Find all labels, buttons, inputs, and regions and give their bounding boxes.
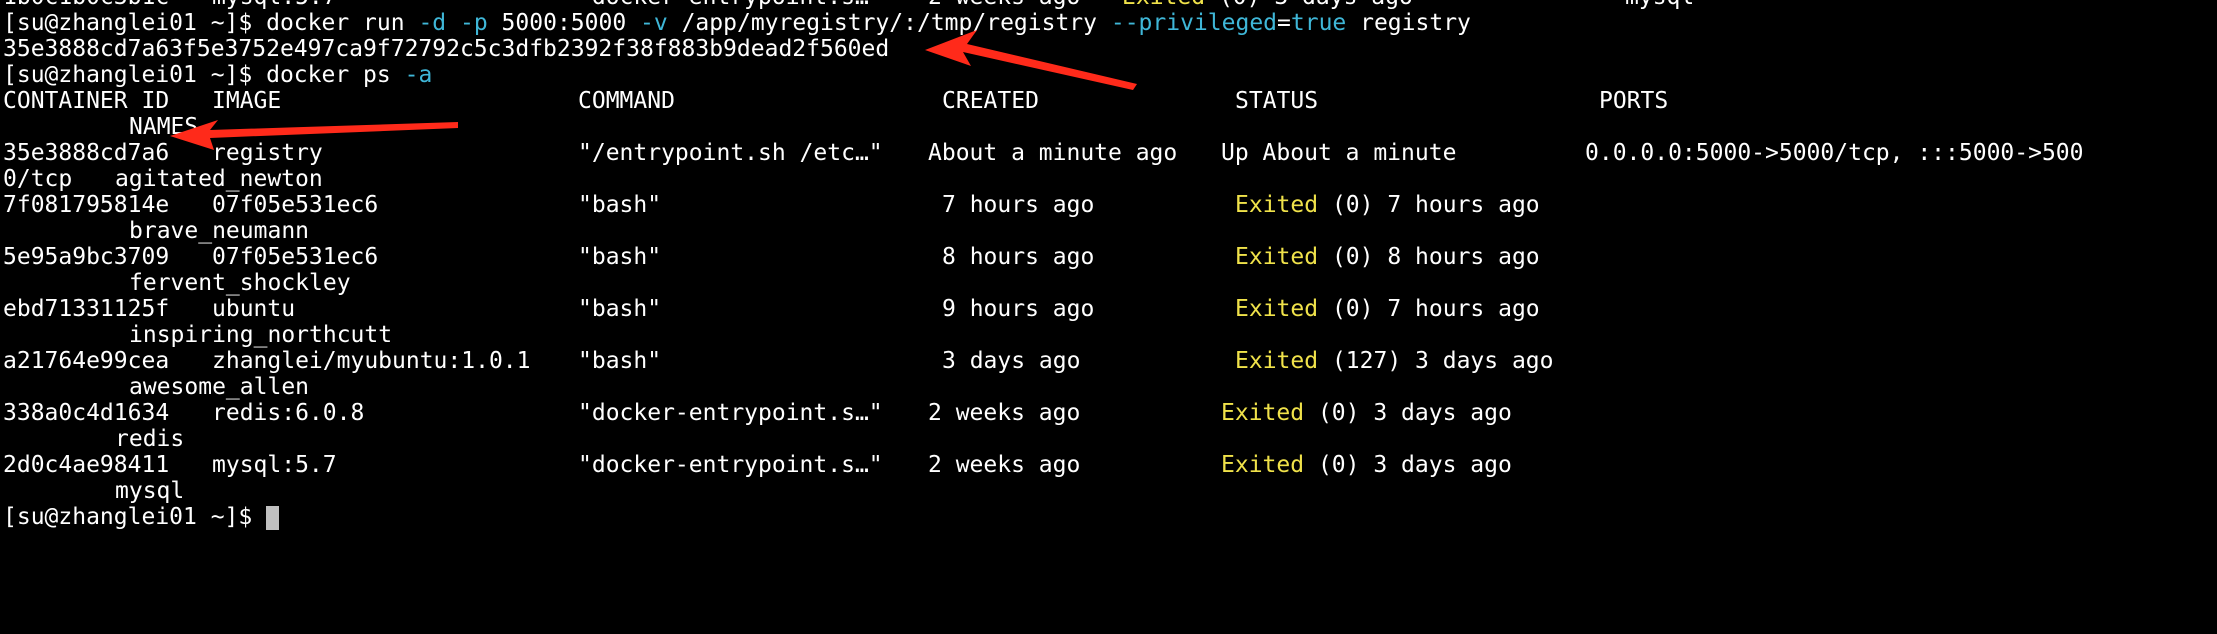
- command-flag: -v: [640, 10, 668, 36]
- cell-status: Exited (0) 7 hours ago: [1235, 296, 1540, 322]
- command-text: docker ps -a: [266, 62, 432, 88]
- table-row: 338a0c4d1634 redis:6.0.8 "docker-entrypo…: [0, 400, 2217, 426]
- table-row-wrap: redis: [0, 426, 2217, 452]
- cell-command: "bash": [578, 192, 662, 218]
- header-container-id: CONTAINER ID: [3, 88, 170, 114]
- cell-status: Exited (127) 3 days ago: [1235, 348, 1554, 374]
- cell-status: Exited (0) 3 days ago: [1221, 452, 1512, 478]
- cell-name: fervent_shockley: [129, 270, 351, 296]
- cell-created: 7 hours ago: [942, 192, 1095, 218]
- cell-command: "docker-entrypoint.s…": [578, 0, 883, 10]
- arrow-icon: [170, 120, 458, 150]
- cell-created: 2 weeks ago: [928, 0, 1080, 10]
- header-ports: PORTS: [1599, 88, 1669, 114]
- table-row-wrap: inspiring_northcutt: [0, 322, 2217, 348]
- header-image: IMAGE: [212, 88, 282, 114]
- table-row-wrap: fervent_shockley: [0, 270, 2217, 296]
- cell-name: mysql: [115, 478, 185, 504]
- command-token: registry: [1346, 10, 1471, 36]
- header-command: COMMAND: [578, 88, 675, 114]
- cell-image: ubuntu: [212, 296, 296, 322]
- cell-container-id: 7f081795814e: [3, 192, 170, 218]
- cell-ports: 0.0.0.0:5000->5000/tcp, :::5000->500: [1585, 140, 2084, 166]
- cell-name: agitated_newton: [115, 166, 323, 192]
- shell-prompt: [su@zhanglei01 ~]$: [3, 504, 267, 530]
- cell-name: awesome_allen: [129, 374, 310, 400]
- command-flag: -d: [418, 10, 447, 36]
- cell-container-id: a21764e99cea: [3, 348, 170, 374]
- cell-container-id: ebd71331125f: [3, 296, 170, 322]
- cell-container-id: 1b0c1b0c3b1c: [3, 0, 169, 10]
- cell-command: "docker-entrypoint.s…": [578, 400, 883, 426]
- table-row: 7f081795814e 07f05e531ec6 "bash" 7 hours…: [0, 192, 2217, 218]
- cell-command: "bash": [578, 244, 662, 270]
- cell-image: mysql:5.7: [212, 452, 337, 478]
- command-token: =: [1277, 10, 1291, 36]
- cell-container-id: 2d0c4ae98411: [3, 452, 170, 478]
- cell-command: "/entrypoint.sh /etc…": [578, 140, 883, 166]
- command-token: docker run: [266, 10, 419, 36]
- cell-created: 2 weeks ago: [928, 400, 1081, 426]
- final-prompt-line[interactable]: [su@zhanglei01 ~]$: [0, 504, 2217, 530]
- cell-name: mysql: [1625, 0, 1694, 10]
- cell-command: "bash": [578, 348, 662, 374]
- table-row: ebd71331125f ubuntu "bash" 9 hours ago E…: [0, 296, 2217, 322]
- cell-container-id: 5e95a9bc3709: [3, 244, 170, 270]
- header-status: STATUS: [1235, 88, 1319, 114]
- command-token: docker ps: [266, 62, 405, 88]
- cell-image: 07f05e531ec6: [212, 192, 379, 218]
- cell-status: Exited (0) 3 days ago: [1221, 400, 1512, 426]
- cell-created: About a minute ago: [928, 140, 1178, 166]
- table-row-wrap: brave_neumann: [0, 218, 2217, 244]
- table-row-wrap: awesome_allen: [0, 374, 2217, 400]
- cell-status: Exited (0) 7 hours ago: [1235, 192, 1540, 218]
- cell-created: 3 days ago: [942, 348, 1081, 374]
- arrow-icon: [925, 30, 1137, 90]
- cell-created: 9 hours ago: [942, 296, 1095, 322]
- cell-command: "docker-entrypoint.s…": [578, 452, 883, 478]
- cell-created: 8 hours ago: [942, 244, 1095, 270]
- command-text: docker run -d -p 5000:5000 -v /app/myreg…: [266, 10, 1471, 36]
- table-row: a21764e99cea zhanglei/myubuntu:1.0.1 "ba…: [0, 348, 2217, 374]
- cell-command: "bash": [578, 296, 662, 322]
- table-row: 5e95a9bc3709 07f05e531ec6 "bash" 8 hours…: [0, 244, 2217, 270]
- cell-container-id: 338a0c4d1634: [3, 400, 170, 426]
- text-cursor[interactable]: [266, 505, 280, 530]
- table-row-wrap: mysql: [0, 478, 2217, 504]
- command-flag: -a: [404, 62, 433, 88]
- table-row-wrap: 0/tcp agitated_newton: [0, 166, 2217, 192]
- cell-created: 2 weeks ago: [928, 452, 1081, 478]
- cell-container-id: 35e3888cd7a6: [3, 140, 170, 166]
- cell-name: redis: [115, 426, 185, 452]
- command-token: 5000:5000: [487, 10, 641, 36]
- cell-image: mysql:5.7: [212, 0, 337, 10]
- cell-image: 07f05e531ec6: [212, 244, 379, 270]
- partial-previous-row: 1b0c1b0c3b1c mysql:5.7 "docker-entrypoin…: [0, 0, 2217, 10]
- cell-status: Exited (0) 8 hours ago: [1235, 244, 1540, 270]
- cell-image: zhanglei/myubuntu:1.0.1: [212, 348, 531, 374]
- shell-prompt: [su@zhanglei01 ~]$: [3, 10, 267, 36]
- command-flag: -p: [460, 10, 488, 36]
- cell-name: inspiring_northcutt: [129, 322, 393, 348]
- command-flag: true: [1290, 10, 1347, 36]
- command-token: [446, 10, 460, 36]
- cell-name: brave_neumann: [129, 218, 310, 244]
- cell-status: Up About a minute: [1221, 140, 1457, 166]
- table-row: 2d0c4ae98411 mysql:5.7 "docker-entrypoin…: [0, 452, 2217, 478]
- cell-ports-wrap: 0/tcp: [3, 166, 73, 192]
- cell-status: Exited (0) 3 days ago: [1122, 0, 1413, 10]
- shell-prompt: [su@zhanglei01 ~]$: [3, 62, 267, 88]
- cell-image: redis:6.0.8: [212, 400, 365, 426]
